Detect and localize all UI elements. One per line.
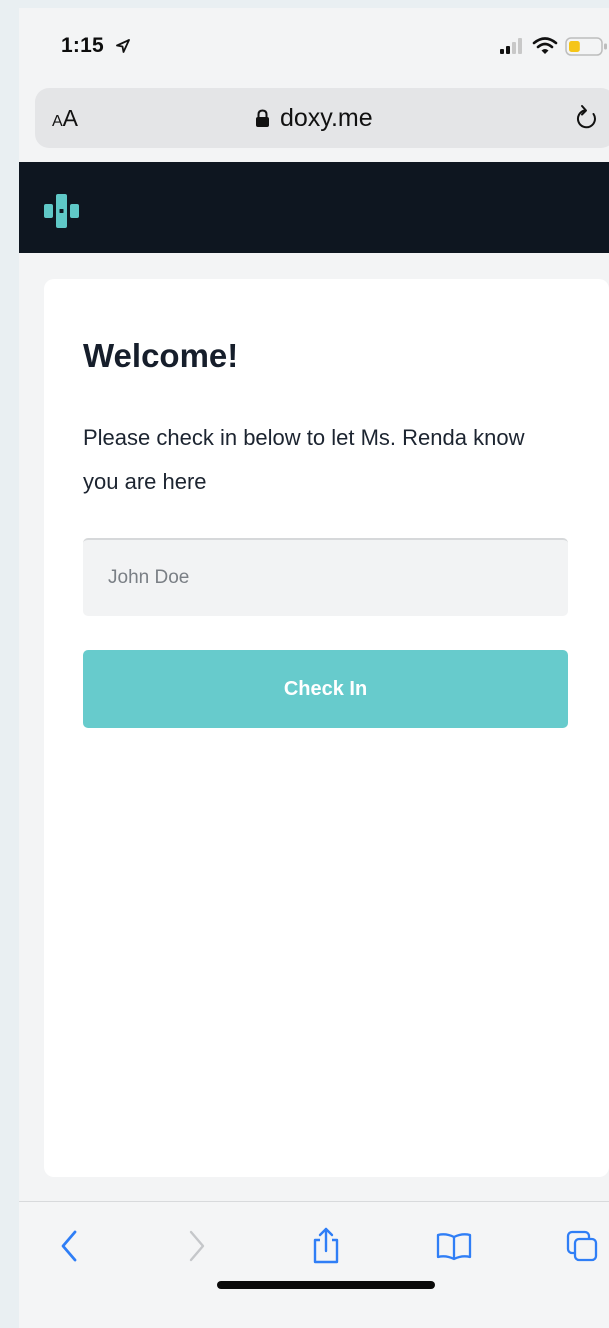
lock-icon — [256, 109, 269, 127]
name-input[interactable] — [83, 538, 568, 616]
reload-icon[interactable] — [573, 103, 601, 133]
check-in-button[interactable]: Check In — [83, 650, 568, 728]
address-bar[interactable]: AA doxy.me — [35, 88, 609, 148]
welcome-heading: Welcome! — [83, 337, 239, 374]
share-button[interactable] — [306, 1226, 346, 1266]
wifi-icon — [532, 37, 558, 54]
domain-text: doxy.me — [280, 104, 373, 132]
doxy-logo-icon[interactable] — [44, 194, 82, 228]
browser-toolbar — [19, 1201, 609, 1328]
phone-screen: 1:15 AA doxy.me Welcome! Please check in… — [19, 8, 609, 1328]
bookmarks-button[interactable] — [434, 1226, 474, 1266]
site-header — [19, 162, 609, 253]
text-size-large-a: A — [62, 105, 79, 131]
forward-button[interactable] — [176, 1226, 216, 1266]
text-size-small-a: A — [52, 113, 63, 130]
stage: 1:15 AA doxy.me Welcome! Please check in… — [0, 0, 609, 1328]
checkin-card: Welcome! Please check in below to let Ms… — [44, 279, 609, 1177]
battery-low-icon — [565, 37, 607, 56]
tabs-icon — [566, 1230, 598, 1262]
chevron-left-icon — [61, 1230, 77, 1262]
location-arrow-icon — [116, 39, 130, 53]
chevron-right-icon — [189, 1230, 205, 1262]
back-button[interactable] — [50, 1226, 90, 1266]
checkin-message: Please check in below to let Ms. Renda k… — [83, 425, 525, 494]
status-bar: 1:15 — [19, 8, 609, 84]
url-display[interactable]: doxy.me — [255, 103, 373, 133]
cellular-signal-icon — [500, 38, 522, 54]
status-time: 1:15 — [61, 34, 104, 57]
home-indicator[interactable] — [217, 1281, 435, 1289]
text-size-button[interactable]: AA — [52, 104, 78, 132]
book-icon — [436, 1233, 472, 1261]
share-icon — [313, 1227, 339, 1264]
tabs-button[interactable] — [562, 1226, 602, 1266]
